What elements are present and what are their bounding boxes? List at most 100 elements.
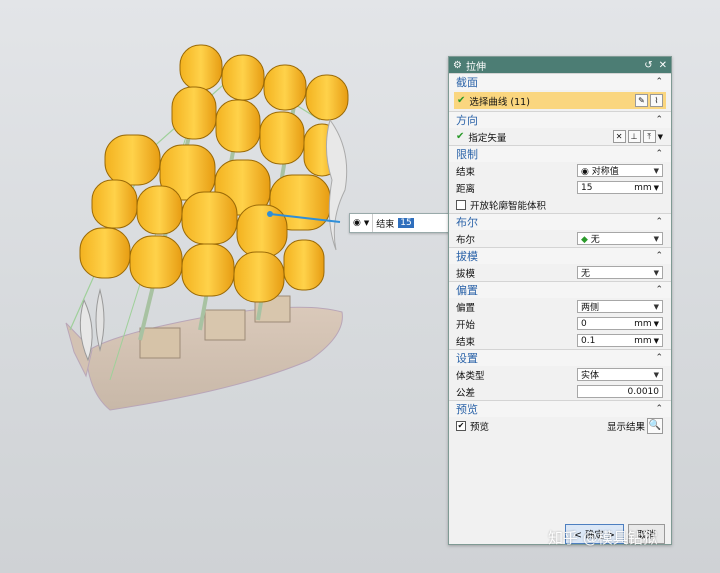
draft-label: 拔模 (456, 268, 476, 280)
boolean-select[interactable]: ◆ 无 ▼ (577, 232, 663, 245)
offset-start-input[interactable]: 0 mm ▼ (577, 317, 663, 330)
offset-select[interactable]: 两侧 ▼ (577, 300, 663, 313)
chevron-down-icon[interactable]: ▼ (658, 133, 663, 141)
preview-group: 预览 ⌃ ✔ 预览 显示结果 🔍 (449, 400, 671, 434)
boolean-group: 布尔 ⌃ 布尔 ◆ 无 ▼ (449, 213, 671, 247)
boolean-row: 布尔 ◆ 无 ▼ (449, 230, 671, 247)
tolerance-input[interactable]: 0.0010 (577, 385, 663, 398)
boolean-header[interactable]: 布尔 ⌃ (449, 214, 671, 230)
gear-icon[interactable]: ⚙ (453, 60, 462, 71)
preview-label: 预览 (470, 421, 490, 433)
preview-header[interactable]: 预览 ⌃ (449, 401, 671, 417)
offset-start-value: 0 (581, 318, 587, 329)
chevron-down-icon: ▼ (653, 234, 659, 243)
offset-title: 偏置 (456, 284, 478, 297)
body-icon: ◉ (353, 218, 361, 228)
deck-cabin (139, 327, 181, 359)
offset-group: 偏置 ⌃ 偏置 两侧 ▼ 开始 0 mm ▼ 结束 0.1 mm ▼ (449, 281, 671, 349)
body-type-selector[interactable]: ◉ ▼ (350, 214, 374, 232)
chevron-down-icon: ▼ (363, 219, 370, 227)
offset-end-row: 结束 0.1 mm ▼ (449, 332, 671, 349)
offset-end-label: 结束 (456, 336, 476, 348)
draft-select[interactable]: 无 ▼ (577, 266, 663, 279)
collapse-icon[interactable]: ⌃ (655, 115, 663, 125)
select-curve-row[interactable]: ✔ 选择曲线 (11) ✎ ⌇ (454, 92, 666, 109)
vector-dialog-icon[interactable]: ⊥ (627, 130, 641, 143)
chevron-down-icon: ▼ (653, 166, 659, 175)
floating-end-input[interactable]: ◉ ▼ 结束 15 ▼ (349, 213, 458, 233)
dialog-titlebar[interactable]: ⚙ 拉伸 ↺ ✕ (449, 57, 671, 73)
tolerance-value: 0.0010 (627, 386, 660, 397)
offset-end-input[interactable]: 0.1 mm ▼ (577, 334, 663, 347)
collapse-icon[interactable]: ⌃ (655, 77, 663, 87)
direction-header[interactable]: 方向 ⌃ (449, 112, 671, 128)
limit-end-row: 结束 ◉ 对称值 ▼ (449, 162, 671, 179)
limits-group: 限制 ⌃ 结束 ◉ 对称值 ▼ 距离 15 mm ▼ 开放轮廓智能体积 (449, 145, 671, 213)
chevron-down-icon: ▼ (653, 336, 659, 345)
side-sail (326, 118, 348, 251)
chevron-down-icon: ▼ (653, 370, 659, 379)
collapse-icon[interactable]: ⌃ (655, 285, 663, 295)
limits-title: 限制 (456, 148, 478, 161)
offset-label: 偏置 (456, 302, 476, 314)
reverse-direction-icon[interactable]: ✕ (612, 130, 626, 143)
offset-header[interactable]: 偏置 ⌃ (449, 282, 671, 298)
body-type-select[interactable]: 实体 ▼ (577, 368, 663, 381)
float-end-field[interactable]: 结束 15 ▼ (373, 214, 456, 232)
limits-header[interactable]: 限制 ⌃ (449, 146, 671, 162)
symmetric-icon: ◉ (581, 167, 589, 177)
preview-checkbox[interactable]: ✔ (456, 420, 466, 431)
offset-start-unit: mm (634, 318, 652, 329)
reset-icon[interactable]: ↺ (644, 60, 652, 71)
distance-value: 15 (581, 182, 593, 193)
offset-start-row: 开始 0 mm ▼ (449, 315, 671, 332)
tolerance-label: 公差 (456, 387, 476, 399)
curve-select-icon[interactable]: ⌇ (650, 94, 663, 107)
limit-end-select[interactable]: ◉ 对称值 ▼ (577, 164, 663, 177)
limit-end-label: 结束 (456, 166, 476, 178)
collapse-icon[interactable]: ⌃ (655, 149, 663, 159)
specify-vector-label: 指定矢量 (468, 132, 507, 144)
chevron-down-icon: ▼ (653, 319, 659, 328)
specify-vector-row[interactable]: ✔ 指定矢量 ✕ ⊥ ⤒ ▼ (449, 128, 671, 145)
open-profile-label: 开放轮廓智能体积 (470, 200, 547, 212)
draft-group: 拔模 ⌃ 拔模 无 ▼ (449, 247, 671, 281)
collapse-icon[interactable]: ⌃ (655, 217, 663, 227)
collapse-icon[interactable]: ⌃ (655, 251, 663, 261)
settings-title: 设置 (456, 352, 478, 365)
checkmark-icon: ✔ (456, 131, 465, 142)
distance-input[interactable]: 15 mm ▼ (577, 181, 663, 194)
draft-header[interactable]: 拔模 ⌃ (449, 248, 671, 264)
open-profile-row[interactable]: 开放轮廓智能体积 (449, 196, 671, 213)
tolerance-row: 公差 0.0010 (449, 383, 671, 400)
boolean-title: 布尔 (456, 216, 478, 229)
deck-cabin (204, 309, 246, 341)
open-profile-checkbox[interactable] (456, 199, 466, 210)
section-header[interactable]: 截面 ⌃ (449, 74, 671, 90)
offset-end-unit: mm (634, 335, 652, 346)
offset-row: 偏置 两侧 ▼ (449, 298, 671, 315)
settings-header[interactable]: 设置 ⌃ (449, 350, 671, 366)
draft-title: 拔模 (456, 250, 478, 263)
chevron-down-icon: ▼ (653, 302, 659, 311)
close-icon[interactable]: ✕ (659, 60, 667, 71)
chevron-down-icon: ▼ (653, 268, 659, 277)
body-type-value: 实体 (581, 371, 600, 381)
axis-icon[interactable]: ⤒ (642, 130, 656, 143)
show-result-label[interactable]: 显示结果 (607, 419, 645, 433)
direction-group: 方向 ⌃ ✔ 指定矢量 ✕ ⊥ ⤒ ▼ (449, 111, 671, 145)
collapse-icon[interactable]: ⌃ (655, 404, 663, 414)
distance-row: 距离 15 mm ▼ (449, 179, 671, 196)
float-end-value[interactable]: 15 (398, 218, 414, 228)
magnifier-icon[interactable]: 🔍 (647, 417, 663, 434)
sketch-icon[interactable]: ✎ (635, 94, 648, 107)
collapse-icon[interactable]: ⌃ (655, 353, 663, 363)
watermark: 知乎 @模具钻狱 (548, 529, 658, 547)
distance-unit: mm (634, 182, 652, 193)
offset-start-label: 开始 (456, 319, 476, 331)
checkmark-icon: ✔ (457, 95, 466, 106)
boolean-none-icon: ◆ (581, 235, 588, 245)
section-title: 截面 (456, 76, 478, 89)
handle-dot (267, 211, 273, 217)
preview-title: 预览 (456, 403, 478, 416)
